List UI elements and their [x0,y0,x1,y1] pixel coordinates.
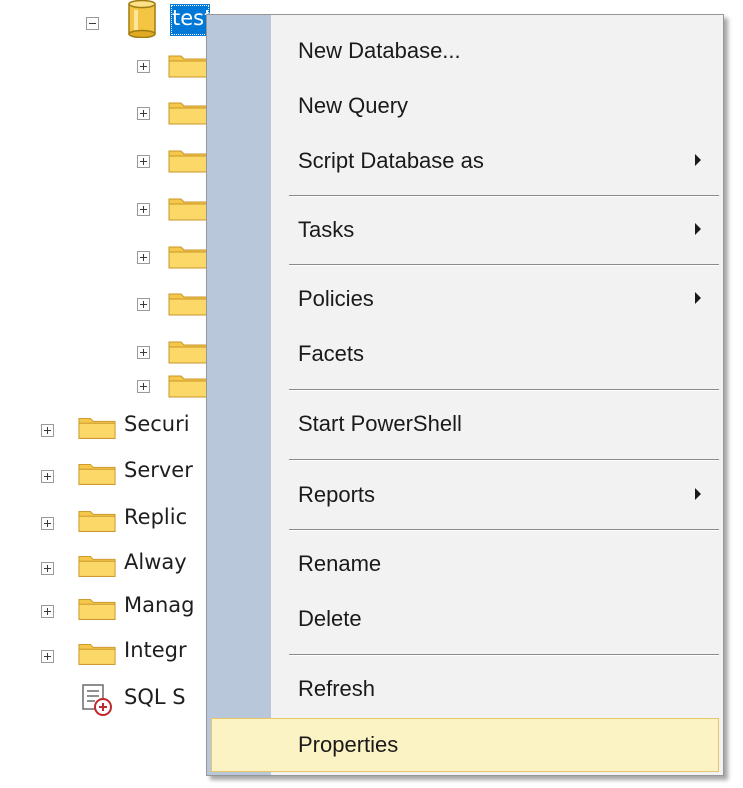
tree-node-label: Manag [124,593,195,617]
menu-item-label: Policies [298,286,374,311]
expand-icon[interactable] [137,155,150,168]
expand-icon[interactable] [137,346,150,359]
menu-item-rename[interactable]: Rename [209,537,721,591]
folder-icon [78,510,116,532]
menu-item-label: Facets [298,341,365,366]
menu-separator [289,195,719,197]
tree-node-always-on[interactable]: Alway [0,550,220,586]
menu-item-new-query[interactable]: New Query [209,79,721,133]
submenu-arrow-icon [695,292,701,304]
menu-item-tasks[interactable]: Tasks [209,203,721,257]
expand-icon[interactable] [41,605,54,618]
sql-agent-icon [82,684,112,716]
tree-node-label: Replic [124,505,188,529]
menu-separator [289,389,719,391]
menu-item-label: Tasks [298,217,355,242]
collapse-icon[interactable] [86,17,99,30]
tree-node-database[interactable]: test [0,0,220,38]
tree-node-folder[interactable] [0,286,220,322]
expand-icon[interactable] [137,380,150,393]
folder-icon [168,150,208,173]
tree-node-folder[interactable] [0,370,220,406]
expand-icon[interactable] [137,60,150,73]
expand-icon[interactable] [41,424,54,437]
folder-icon [78,417,116,439]
menu-item-label: Rename [298,551,382,576]
menu-item-label: Script Database as [298,148,484,173]
menu-item-label: Properties [298,732,399,757]
tree-node-label: Integr [124,638,187,662]
folder-icon [168,246,208,269]
tree-node-management[interactable]: Manag [0,593,220,629]
menu-item-script-database-as[interactable]: Script Database as [209,134,721,188]
context-menu: New Database... New Query Script Databas… [206,14,724,776]
menu-separator [289,529,719,531]
tree-node-integration-services[interactable]: Integr [0,638,220,674]
folder-icon [78,598,116,620]
menu-item-facets[interactable]: Facets [209,327,721,381]
menu-item-label: Refresh [298,676,376,701]
menu-item-reports[interactable]: Reports [209,468,721,522]
menu-item-label: Reports [298,482,376,507]
folder-icon [78,555,116,577]
tree-node-sql-agent[interactable]: SQL S [0,683,220,719]
folder-icon [78,643,116,665]
expand-icon[interactable] [137,203,150,216]
menu-separator [289,459,719,461]
menu-item-label: New Database... [298,38,461,63]
submenu-arrow-icon [695,223,701,235]
menu-item-label: Start PowerShell [298,411,462,436]
expand-icon[interactable] [41,650,54,663]
menu-separator [289,654,719,656]
tree-node-label: Alway [124,550,187,574]
tree-node-folder[interactable] [0,239,220,275]
menu-item-delete[interactable]: Delete [209,592,721,646]
expand-icon[interactable] [137,251,150,264]
tree-node-folder[interactable] [0,48,220,84]
tree-node-server-objects[interactable]: Server [0,458,220,494]
menu-item-properties[interactable]: Properties [211,718,719,772]
menu-item-label: New Query [298,93,409,118]
menu-item-new-database[interactable]: New Database... [209,24,721,78]
menu-item-start-powershell[interactable]: Start PowerShell [209,397,721,451]
folder-icon [78,463,116,485]
folder-icon [168,102,208,125]
tree-node-label[interactable]: test [170,4,210,36]
tree-node-folder[interactable] [0,191,220,227]
tree-node-folder[interactable] [0,334,220,370]
tree-node-label: Server [124,458,193,482]
tree-node-label: SQL S [124,685,186,709]
folder-icon [168,341,208,364]
folder-icon [168,375,208,398]
folder-icon [168,198,208,221]
menu-separator [289,264,719,266]
tree-node-folder[interactable] [0,95,220,131]
database-icon [128,0,156,38]
tree-node-security[interactable]: Securi [0,412,220,448]
menu-item-label: Delete [298,606,362,631]
expand-icon[interactable] [137,298,150,311]
menu-item-policies[interactable]: Policies [209,272,721,326]
expand-icon[interactable] [137,107,150,120]
folder-icon [168,55,208,78]
tree-node-label: Securi [124,412,190,436]
expand-icon[interactable] [41,470,54,483]
expand-icon[interactable] [41,562,54,575]
expand-icon[interactable] [41,517,54,530]
tree-node-folder[interactable] [0,143,220,179]
submenu-arrow-icon [695,488,701,500]
tree-node-replication[interactable]: Replic [0,505,220,541]
menu-item-refresh[interactable]: Refresh [209,662,721,716]
folder-icon [168,293,208,316]
submenu-arrow-icon [695,154,701,166]
